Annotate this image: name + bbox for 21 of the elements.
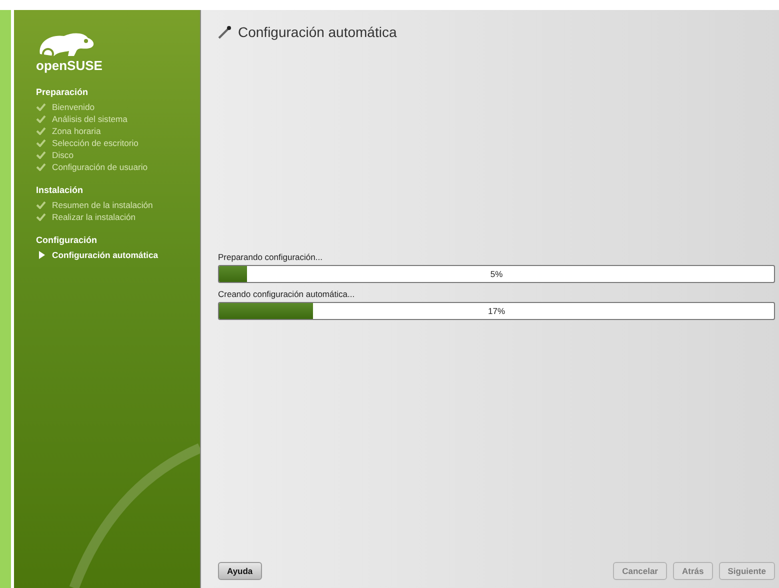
step-label: Selección de escritorio — [52, 138, 138, 148]
step-label: Disco — [52, 150, 74, 160]
section-heading: Configuración — [36, 235, 98, 245]
step-label: Bienvenido — [52, 102, 95, 112]
step-label: Configuración de usuario — [52, 162, 148, 172]
logo-text: openSUSE — [36, 58, 104, 73]
progress-reading: 5% — [490, 269, 503, 279]
step-label: Zona horaria — [52, 126, 101, 136]
progress-label: Creando configuración automática... — [218, 289, 356, 299]
step-label: Realizar la instalación — [52, 212, 136, 222]
section-heading: Preparación — [36, 87, 90, 97]
section-heading: Instalación — [36, 185, 84, 195]
help-button[interactable]: Ayuda — [218, 562, 262, 580]
wand-icon — [218, 25, 232, 39]
page-title: Configuración automática — [238, 24, 397, 40]
progress-reading: 17% — [488, 306, 505, 316]
step-label: Configuración automática — [52, 250, 158, 260]
progress-label: Preparando configuración... — [218, 252, 324, 262]
step-label: Resumen de la instalación — [52, 200, 153, 210]
step-label: Análisis del sistema — [52, 114, 128, 124]
arrow-icon — [38, 251, 46, 259]
